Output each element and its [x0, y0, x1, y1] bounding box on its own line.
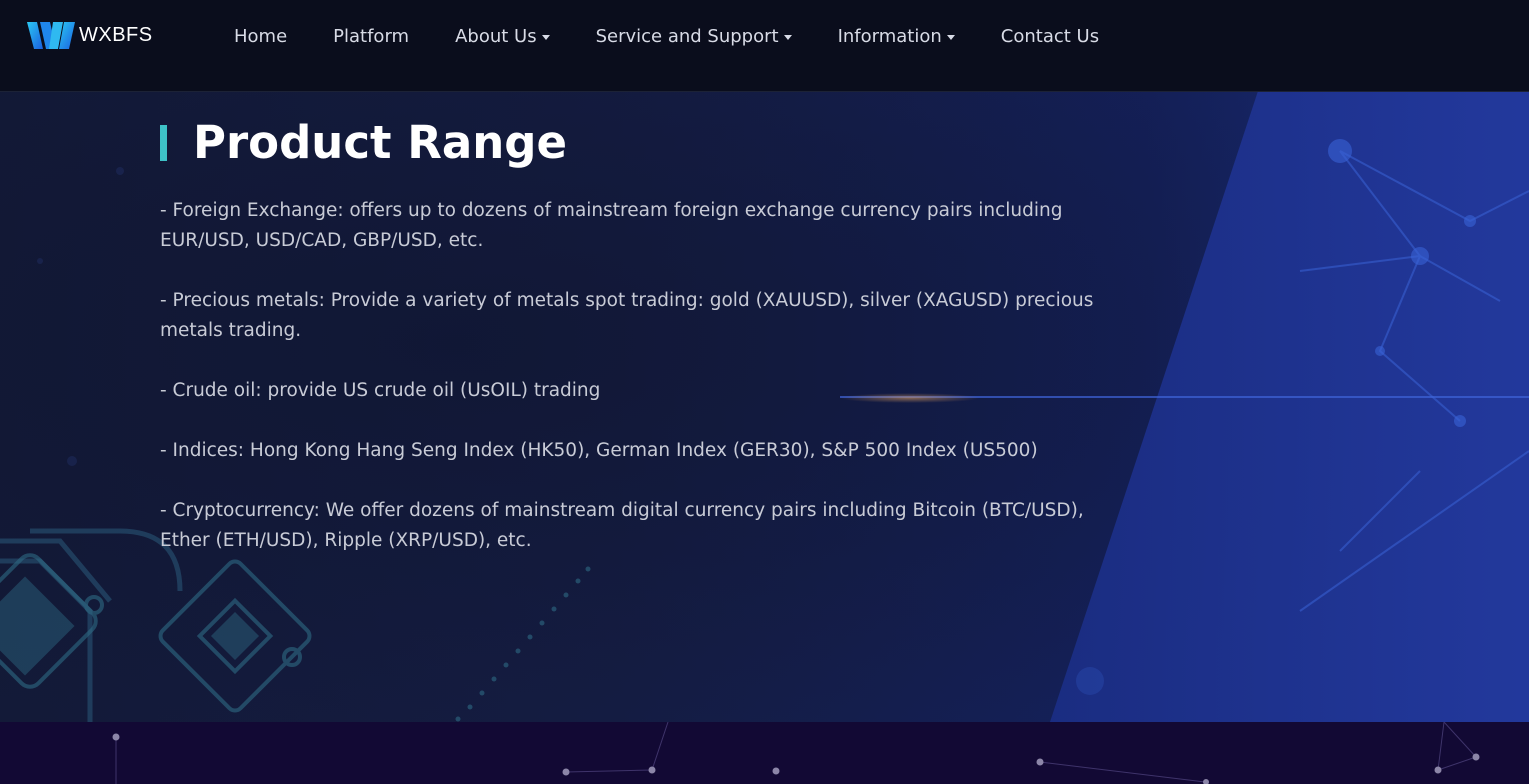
footer-strip: [0, 722, 1529, 784]
section-heading: Product Range: [160, 119, 567, 167]
caret-down-icon: [541, 35, 550, 40]
product-item-precious-metals: - Precious metals: Provide a variety of …: [160, 290, 1094, 341]
nav-about-us[interactable]: About Us: [455, 26, 550, 47]
network-decoration-graphic: [112, 722, 1480, 784]
product-item-indices: - Indices: Hong Kong Hang Seng Index (HK…: [160, 440, 1038, 461]
nav-information-label: Information: [837, 26, 942, 47]
nav-platform-label: Platform: [333, 26, 410, 47]
nav-service-and-support-label: Service and Support: [595, 26, 779, 47]
nav-contact-us-label: Contact Us: [1000, 26, 1100, 47]
product-range-section: Product Range - Foreign Exchange: offers…: [0, 91, 1529, 722]
logo-mark-icon: [27, 22, 75, 49]
nav-platform[interactable]: Platform: [333, 26, 409, 47]
caret-down-icon: [946, 35, 955, 40]
brand-name: WXBFS: [79, 24, 153, 46]
top-navbar: WXBFS Home Platform About Us Service and…: [0, 0, 1529, 92]
main-nav: Home Platform About Us Service and Suppo…: [234, 26, 1145, 47]
nav-contact-us[interactable]: Contact Us: [1001, 26, 1099, 47]
page-title: Product Range: [193, 116, 567, 169]
nav-information[interactable]: Information: [838, 26, 955, 47]
product-item-cryptocurrency: - Cryptocurrency: We offer dozens of mai…: [160, 500, 1084, 551]
brand-logo[interactable]: WXBFS: [27, 20, 153, 51]
nav-home[interactable]: Home: [234, 26, 287, 47]
nav-home-label: Home: [234, 26, 288, 47]
nav-about-us-label: About Us: [455, 26, 537, 47]
nav-service-and-support[interactable]: Service and Support: [596, 26, 792, 47]
product-item-forex: - Foreign Exchange: offers up to dozens …: [160, 200, 1063, 251]
title-accent-bar: [160, 125, 167, 161]
product-item-crude-oil: - Crude oil: provide US crude oil (UsOIL…: [160, 380, 601, 401]
caret-down-icon: [783, 35, 792, 40]
product-list: - Foreign Exchange: offers up to dozens …: [160, 196, 1100, 586]
page: WXBFS Home Platform About Us Service and…: [0, 0, 1529, 784]
